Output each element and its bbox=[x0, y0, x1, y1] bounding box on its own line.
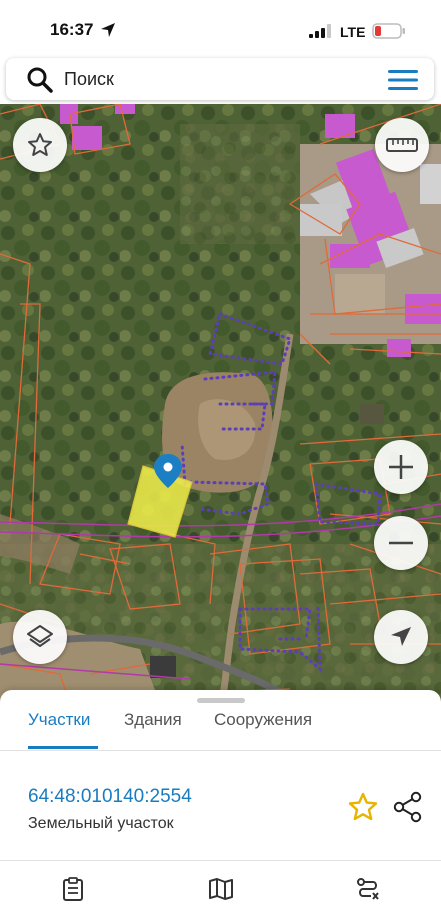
tab-bar: Участки Здания Сооружения bbox=[0, 708, 441, 750]
map-icon[interactable] bbox=[208, 876, 234, 902]
bottom-nav bbox=[0, 868, 441, 910]
search-input[interactable] bbox=[64, 64, 364, 94]
network-label: LTE bbox=[340, 24, 366, 40]
share-icon[interactable] bbox=[392, 790, 424, 824]
row-divider bbox=[0, 860, 441, 861]
locate-arrow-icon bbox=[391, 627, 411, 646]
search-icon[interactable] bbox=[26, 66, 54, 94]
ruler-button[interactable] bbox=[375, 118, 429, 172]
locate-button[interactable] bbox=[374, 610, 428, 664]
tab-buildings[interactable]: Здания bbox=[124, 710, 182, 730]
parcel-list-item[interactable]: 64:48:010140:2554 Земельный участок bbox=[0, 770, 441, 840]
zoom-out-button[interactable] bbox=[374, 516, 428, 570]
tabs-divider bbox=[0, 750, 441, 751]
satellite-map bbox=[0, 104, 441, 704]
layers-button[interactable] bbox=[13, 610, 67, 664]
zoom-in-button[interactable] bbox=[374, 440, 428, 494]
favorite-star-icon bbox=[28, 133, 52, 156]
clipboard-icon[interactable] bbox=[60, 876, 86, 902]
battery-icon bbox=[372, 23, 405, 39]
map-view[interactable] bbox=[0, 104, 441, 704]
bottom-sheet: Участки Здания Сооружения 64:48:010140:2… bbox=[0, 690, 441, 910]
cadastral-number[interactable]: 64:48:010140:2554 bbox=[28, 786, 192, 808]
ruler-icon bbox=[386, 138, 418, 152]
route-icon[interactable] bbox=[355, 876, 381, 902]
status-time: 16:37 bbox=[50, 20, 94, 39]
status-bar: 16:37 LTE bbox=[0, 0, 441, 56]
parcel-type: Земельный участок bbox=[28, 815, 174, 832]
layers-icon bbox=[27, 625, 53, 647]
tab-parcels[interactable]: Участки bbox=[28, 710, 90, 730]
signal-icon bbox=[309, 24, 331, 38]
favorite-button[interactable] bbox=[13, 118, 67, 172]
search-bar bbox=[6, 58, 434, 100]
location-arrow-icon bbox=[101, 23, 115, 37]
menu-icon[interactable] bbox=[386, 68, 420, 92]
tab-structures[interactable]: Сооружения bbox=[214, 710, 312, 730]
active-tab-indicator bbox=[28, 746, 98, 749]
zoom-out-icon bbox=[389, 541, 413, 545]
zoom-in-icon bbox=[389, 455, 413, 479]
star-icon[interactable] bbox=[346, 790, 380, 824]
drag-handle[interactable] bbox=[197, 698, 245, 703]
